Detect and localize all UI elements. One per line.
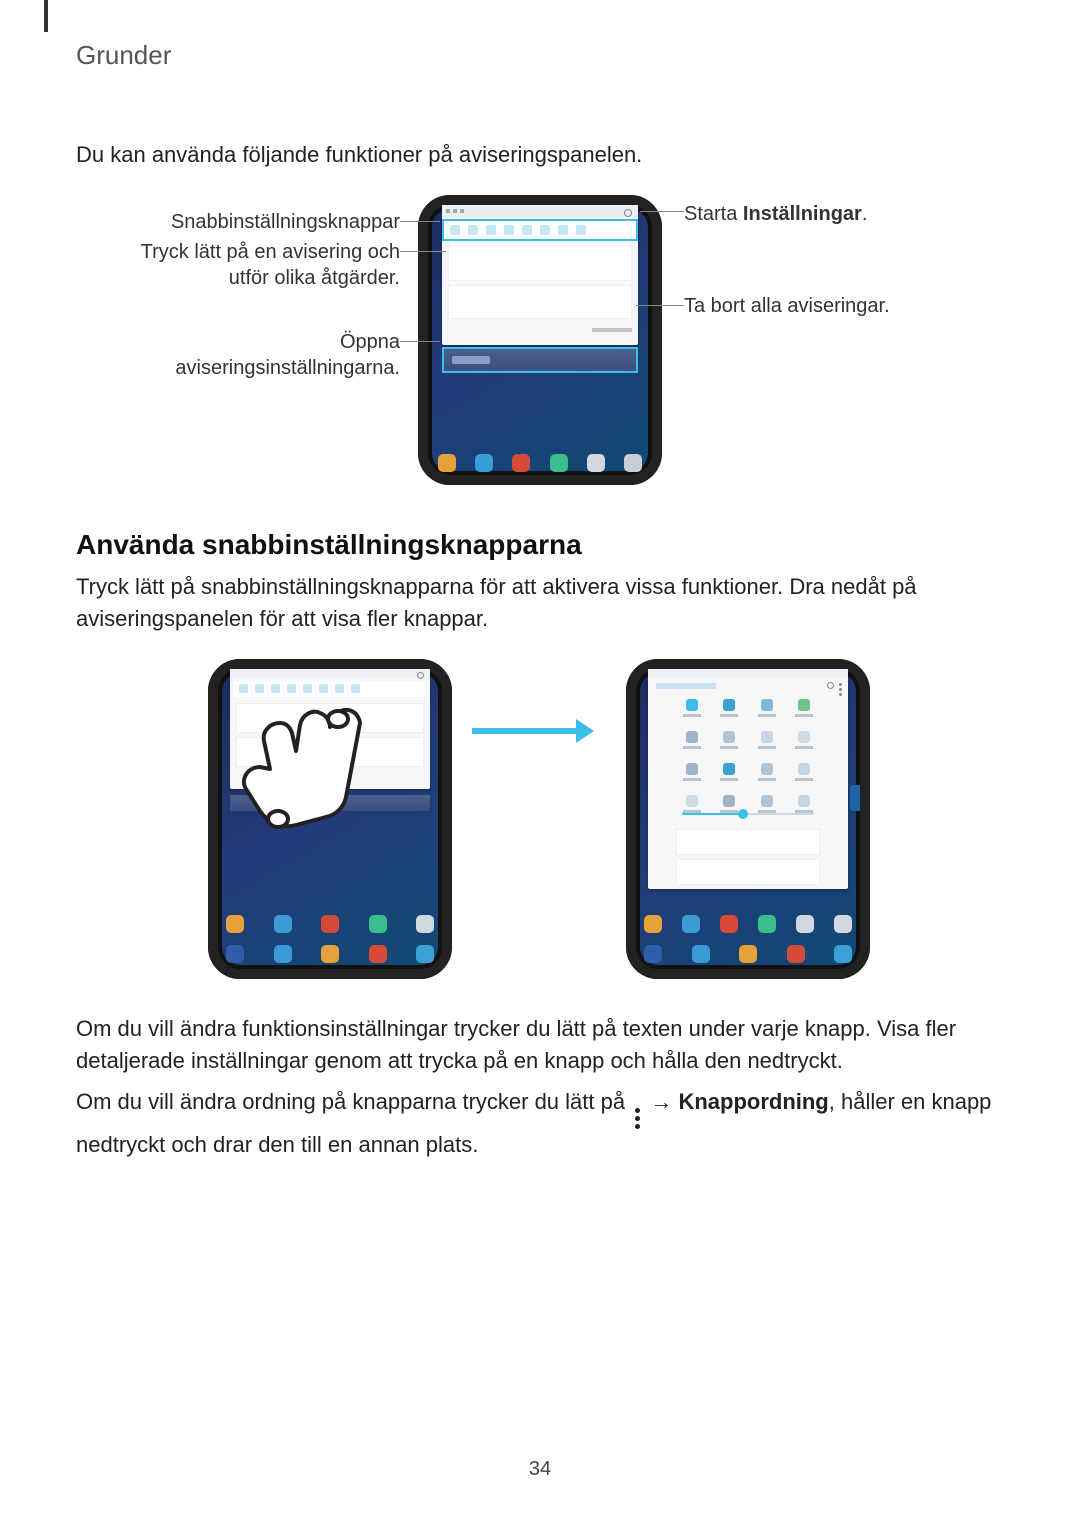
clear-all-bar (448, 323, 632, 337)
tablet-mock-expanded (626, 659, 870, 979)
callout-text: Ta bort alla aviseringar. (684, 295, 890, 317)
callout-open-notification-settings: Öppna aviseringsinställningarna. (80, 329, 400, 381)
intro-paragraph: Du kan använda följande funktioner på av… (76, 139, 1004, 171)
subsection-paragraph: Tryck lätt på snabbinställningsknapparna… (76, 571, 1004, 635)
more-vertical-icon (635, 1108, 640, 1129)
brightness-slider (682, 809, 814, 819)
text: Om du vill ändra ordning på knapparna tr… (76, 1089, 631, 1114)
more-vertical-icon (839, 683, 843, 696)
swipe-down-arrow-icon (312, 745, 332, 803)
paragraph-change-function-settings: Om du vill ändra funktionsinställningar … (76, 1013, 1004, 1077)
gear-icon (624, 209, 632, 217)
text-bold: Knappordning (678, 1089, 828, 1114)
notification-item (448, 285, 632, 319)
leader-line (400, 341, 440, 342)
page-number: 34 (0, 1458, 1080, 1481)
text: → (644, 1089, 678, 1114)
leader-line (636, 305, 684, 306)
callout-text: Öppna (340, 331, 400, 353)
edge-panel-handle (850, 785, 860, 811)
leader-line (640, 211, 684, 212)
callout-text: aviseringsinställningarna. (175, 357, 400, 379)
callout-text: Snabbinställningsknappar (171, 211, 400, 233)
callout-quick-settings: Snabbinställningsknappar (80, 209, 400, 235)
notification-item (448, 245, 632, 281)
callout-launch-settings: Starta Inställningar. (684, 201, 984, 227)
document-page: Grunder Du kan använda följande funktion… (0, 0, 1080, 1527)
callout-text-bold: Inställningar (743, 203, 862, 225)
leader-line (400, 251, 446, 252)
notification-settings-bar (442, 347, 638, 373)
gear-icon (827, 682, 834, 689)
quick-settings-row (442, 219, 638, 241)
section-title: Grunder (76, 0, 1004, 71)
figure-swipe-to-expand (80, 659, 1000, 989)
subsection-title: Använda snabbinställningsknapparna (76, 529, 1004, 561)
callout-text: Starta (684, 203, 743, 225)
gear-icon (417, 672, 424, 679)
callout-text: . (862, 203, 868, 225)
leader-line (400, 221, 440, 222)
callout-clear-all: Ta bort alla aviseringar. (684, 293, 984, 319)
top-vertical-rule (44, 0, 48, 32)
transition-arrow-icon (472, 719, 602, 743)
callout-text: utför olika åtgärder. (229, 267, 400, 289)
dock (438, 451, 642, 475)
callout-text: Tryck lätt på en avisering och (141, 241, 400, 263)
callout-tap-notification: Tryck lätt på en avisering och utför oli… (80, 239, 400, 291)
figure-notification-panel-annotated: Snabbinställningsknappar Tryck lätt på e… (80, 195, 1000, 495)
quick-settings-grid (678, 699, 818, 821)
paragraph-reorder-buttons: Om du vill ändra ordning på knapparna tr… (76, 1086, 1004, 1161)
tablet-mock-collapsed (208, 659, 452, 979)
tablet-mock (418, 195, 662, 485)
